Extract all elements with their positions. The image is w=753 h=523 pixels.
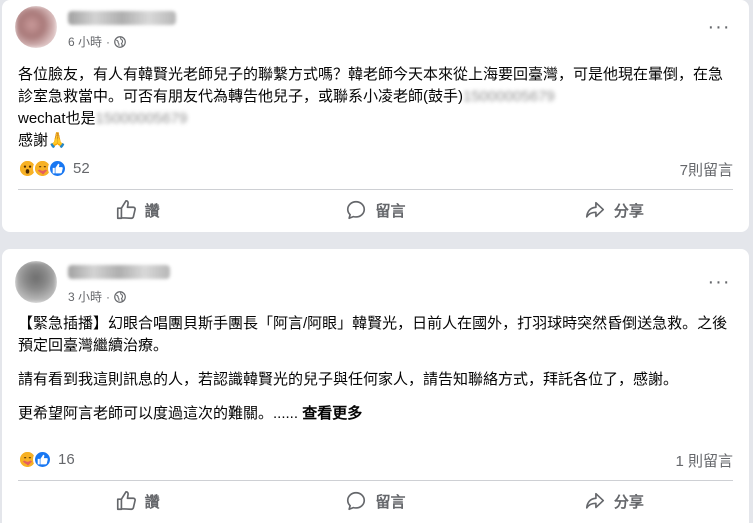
reaction-count[interactable]: 16 [58,451,75,468]
share-button[interactable]: 分享 [495,191,733,229]
like-label: 讚 [144,202,160,220]
like-button[interactable]: 讚 [18,482,256,520]
post-card: 6 小時 · ··· 各位臉友，有人有韓賢光老師兒子的聯繫方式嗎？韓老師今天本來… [2,0,749,232]
comment-label: 留言 [375,202,406,220]
post-meta: 3 小時 · [68,288,126,305]
globe-icon [114,35,126,48]
like-label: 讚 [144,493,160,511]
avatar[interactable] [15,6,57,48]
like-button[interactable]: 讚 [18,191,256,229]
divider [18,480,733,481]
comment-count[interactable]: 1 則留言 [675,450,733,471]
post-paragraph: 各位臉友，有人有韓賢光老師兒子的聯繫方式嗎？韓老師今天本來從上海要回臺灣，可是他… [18,66,724,105]
thumbs-up-icon [116,491,136,511]
comment-button[interactable]: 留言 [256,482,494,520]
thumbs-up-icon [116,200,136,220]
share-label: 分享 [613,493,644,511]
reaction-count[interactable]: 52 [73,160,90,177]
post-paragraph: 請有看到我這則訊息的人，若認識韓賢光的兒子與任何家人，請告知聯絡方式，拜託各位了… [18,371,679,388]
comment-icon [347,200,366,220]
comment-count[interactable]: 7則留言 [680,159,733,180]
blurred-phone-number: 15000005679 [95,110,188,127]
divider [18,189,733,190]
post-text: 【緊急插播】幻眼合唱團貝斯手團長「阿言/阿眼」韓賢光，日前人在國外，打羽球時突然… [18,313,733,425]
post-actions: 讚 留言 分享 [18,482,733,520]
avatar[interactable] [15,261,57,303]
comment-icon [347,491,366,511]
comment-label: 留言 [375,493,406,511]
author-name-blurred[interactable] [68,11,176,25]
share-icon [585,492,604,509]
like-reaction-icon [33,450,52,469]
share-icon [585,201,604,218]
post-time[interactable]: 3 小時 [68,288,102,305]
share-label: 分享 [613,202,644,220]
more-options-icon[interactable]: ··· [705,17,733,37]
post-time[interactable]: 6 小時 [68,33,102,50]
more-options-icon[interactable]: ··· [705,272,733,292]
reaction-summary[interactable]: 52 [18,159,90,178]
post-text: 各位臉友，有人有韓賢光老師兒子的聯繫方式嗎？韓老師今天本來從上海要回臺灣，可是他… [18,64,733,152]
post-paragraph: 【緊急插播】幻眼合唱團貝斯手團長「阿言/阿眼」韓賢光，日前人在國外，打羽球時突然… [18,315,728,354]
post-meta: 6 小時 · [68,33,126,50]
post-paragraph: 更希望阿言老師可以度過這次的難關。...... [18,405,299,422]
share-button[interactable]: 分享 [495,482,733,520]
blurred-phone-number: 15000005679 [463,88,555,105]
see-more-link[interactable]: 查看更多 [302,405,362,422]
globe-icon [114,290,126,303]
post-paragraph: 感謝🙏 [18,132,67,149]
post-actions: 讚 留言 分享 [18,191,733,229]
post-paragraph: wechat也是 [18,110,96,127]
reaction-summary[interactable]: 16 [18,450,75,469]
like-reaction-icon [48,159,67,178]
comment-button[interactable]: 留言 [256,191,494,229]
author-name-blurred[interactable] [68,265,170,279]
